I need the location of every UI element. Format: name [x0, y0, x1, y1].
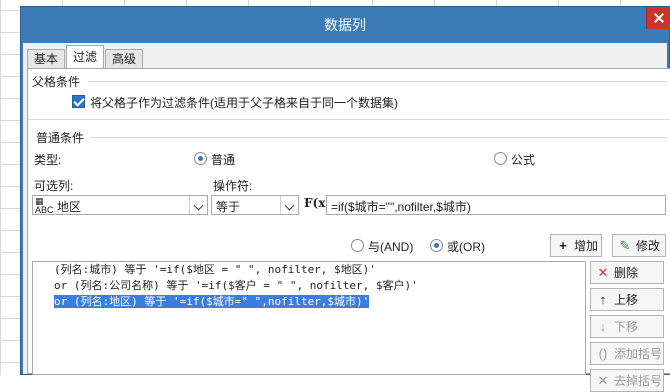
add-bracket-label: 添加括号 [614, 347, 663, 361]
operator-select[interactable]: 等于 [211, 195, 299, 215]
arrow-down-icon: ↓ [599, 319, 607, 334]
tab-bar: 基本 过滤 高级 [27, 45, 144, 69]
bracket-icon: () [598, 346, 608, 361]
tab-advanced[interactable]: 高级 [105, 49, 144, 69]
and-radio[interactable] [351, 239, 364, 252]
divider [88, 81, 668, 82]
add-bracket-button[interactable]: () 添加括号 [590, 342, 664, 365]
column-select[interactable]: ▦ ABC 地区 [32, 195, 208, 215]
condition-list[interactable]: (列名:城市) 等于 '=if($地区 = " ", nofilter, $地区… [32, 261, 586, 375]
parent-filter-checkbox[interactable] [72, 95, 85, 108]
plus-icon: + [559, 238, 567, 253]
tab-filter[interactable]: 过滤 [66, 45, 105, 69]
divider [90, 137, 668, 138]
delete-button-label: 删除 [614, 266, 639, 280]
condition-text: or (列名:公司名称) 等于 '=if($客户 = " ", nofilter… [54, 279, 418, 292]
dialog-body: 基本 过滤 高级 父格条件 将父格子作为过滤条件(适用于父子格来自于同一个数据集… [23, 43, 670, 392]
tab-basic[interactable]: 基本 [27, 49, 66, 69]
move-down-button[interactable]: ↓ 下移 [590, 315, 664, 338]
formula-input[interactable]: =if($城市="",nofilter,$城市) [326, 195, 666, 215]
edit-icon: ✎ [619, 237, 631, 253]
normal-condition-title: 普通条件 [36, 131, 85, 145]
add-button[interactable]: + 增加 [550, 234, 602, 257]
column-type-icon: ▦ ABC [35, 196, 54, 215]
condition-row-2[interactable]: or (列名:公司名称) 等于 '=if($客户 = " ", nofilter… [33, 278, 585, 294]
condition-row-1[interactable]: (列名:城市) 等于 '=if($地区 = " ", nofilter, $地区… [33, 262, 585, 278]
type-normal-radio[interactable] [194, 152, 207, 165]
move-up-label: 上移 [614, 293, 639, 307]
operator-select-value: 等于 [216, 200, 241, 214]
remove-bracket-button[interactable]: ✕ 去掉括号 [590, 369, 664, 392]
move-up-button[interactable]: ↑ 上移 [590, 288, 664, 311]
remove-bracket-icon: ✕ [597, 372, 609, 388]
column-select-value: 地区 [57, 200, 82, 214]
filter-panel: 父格条件 将父格子作为过滤条件(适用于父子格来自于同一个数据集) 普通条件 类型… [27, 68, 670, 392]
or-radio[interactable] [430, 239, 443, 252]
type-formula-label: 公式 [511, 153, 536, 167]
arrow-up-icon: ↑ [599, 292, 607, 307]
chevron-down-icon[interactable] [189, 196, 207, 214]
divider [28, 119, 670, 120]
condition-text: or (列名:地区) 等于 '=if($城市=" ",nofilter,$城市)… [54, 295, 370, 308]
chevron-down-icon[interactable] [280, 196, 298, 214]
column-label: 可选列: [34, 179, 74, 193]
delete-button[interactable]: ✕ 删除 [590, 261, 664, 284]
and-label: 与(AND) [368, 240, 414, 254]
type-formula-radio[interactable] [494, 152, 507, 165]
parent-filter-label: 将父格子作为过滤条件(适用于父子格来自于同一个数据集) [90, 96, 398, 110]
type-normal-label: 普通 [211, 153, 236, 167]
condition-row-3[interactable]: or (列名:地区) 等于 '=if($城市=" ",nofilter,$城市)… [33, 294, 585, 310]
modify-button[interactable]: ✎ 修改 [612, 234, 666, 257]
parent-condition-title: 父格条件 [32, 75, 81, 89]
dialog-title-bar[interactable]: 数据列 [21, 7, 669, 43]
dialog-title: 数据列 [324, 17, 366, 33]
operator-label: 操作符: [213, 179, 253, 193]
or-label: 或(OR) [447, 240, 485, 254]
delete-x-icon: ✕ [597, 264, 609, 280]
condition-text: (列名:城市) 等于 '=if($地区 = " ", nofilter, $地区… [54, 263, 376, 276]
move-down-label: 下移 [614, 320, 639, 334]
type-label: 类型: [34, 153, 62, 167]
close-button[interactable] [646, 7, 670, 29]
modify-button-label: 修改 [636, 239, 661, 253]
data-column-dialog: 数据列 基本 过滤 高级 父格条件 将父格子作为过滤条件(适用于父子格来自于同一… [20, 6, 670, 392]
add-button-label: 增加 [574, 239, 599, 253]
